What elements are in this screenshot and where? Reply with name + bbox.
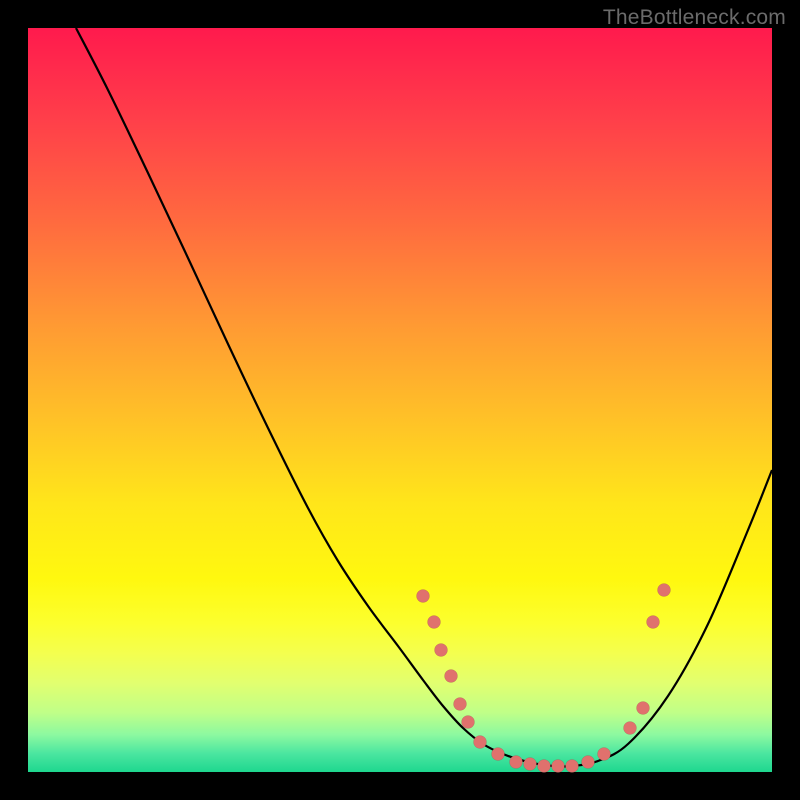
data-point [598, 748, 611, 761]
data-point [624, 722, 637, 735]
data-point [435, 644, 448, 657]
data-point [566, 760, 579, 773]
chart-svg [28, 28, 772, 772]
data-points-group [417, 584, 671, 773]
data-point [492, 748, 505, 761]
data-point [454, 698, 467, 711]
data-point [474, 736, 487, 749]
data-point [428, 616, 441, 629]
data-point [658, 584, 671, 597]
data-point [552, 760, 565, 773]
data-point [647, 616, 660, 629]
data-point [445, 670, 458, 683]
data-point [538, 760, 551, 773]
watermark-text: TheBottleneck.com [603, 6, 786, 30]
data-point [637, 702, 650, 715]
data-point [582, 756, 595, 769]
bottleneck-curve [76, 28, 772, 767]
chart-container: TheBottleneck.com [0, 0, 800, 800]
chart-plot-area [28, 28, 772, 772]
data-point [462, 716, 475, 729]
data-point [510, 756, 523, 769]
data-point [417, 590, 430, 603]
data-point [524, 758, 537, 771]
